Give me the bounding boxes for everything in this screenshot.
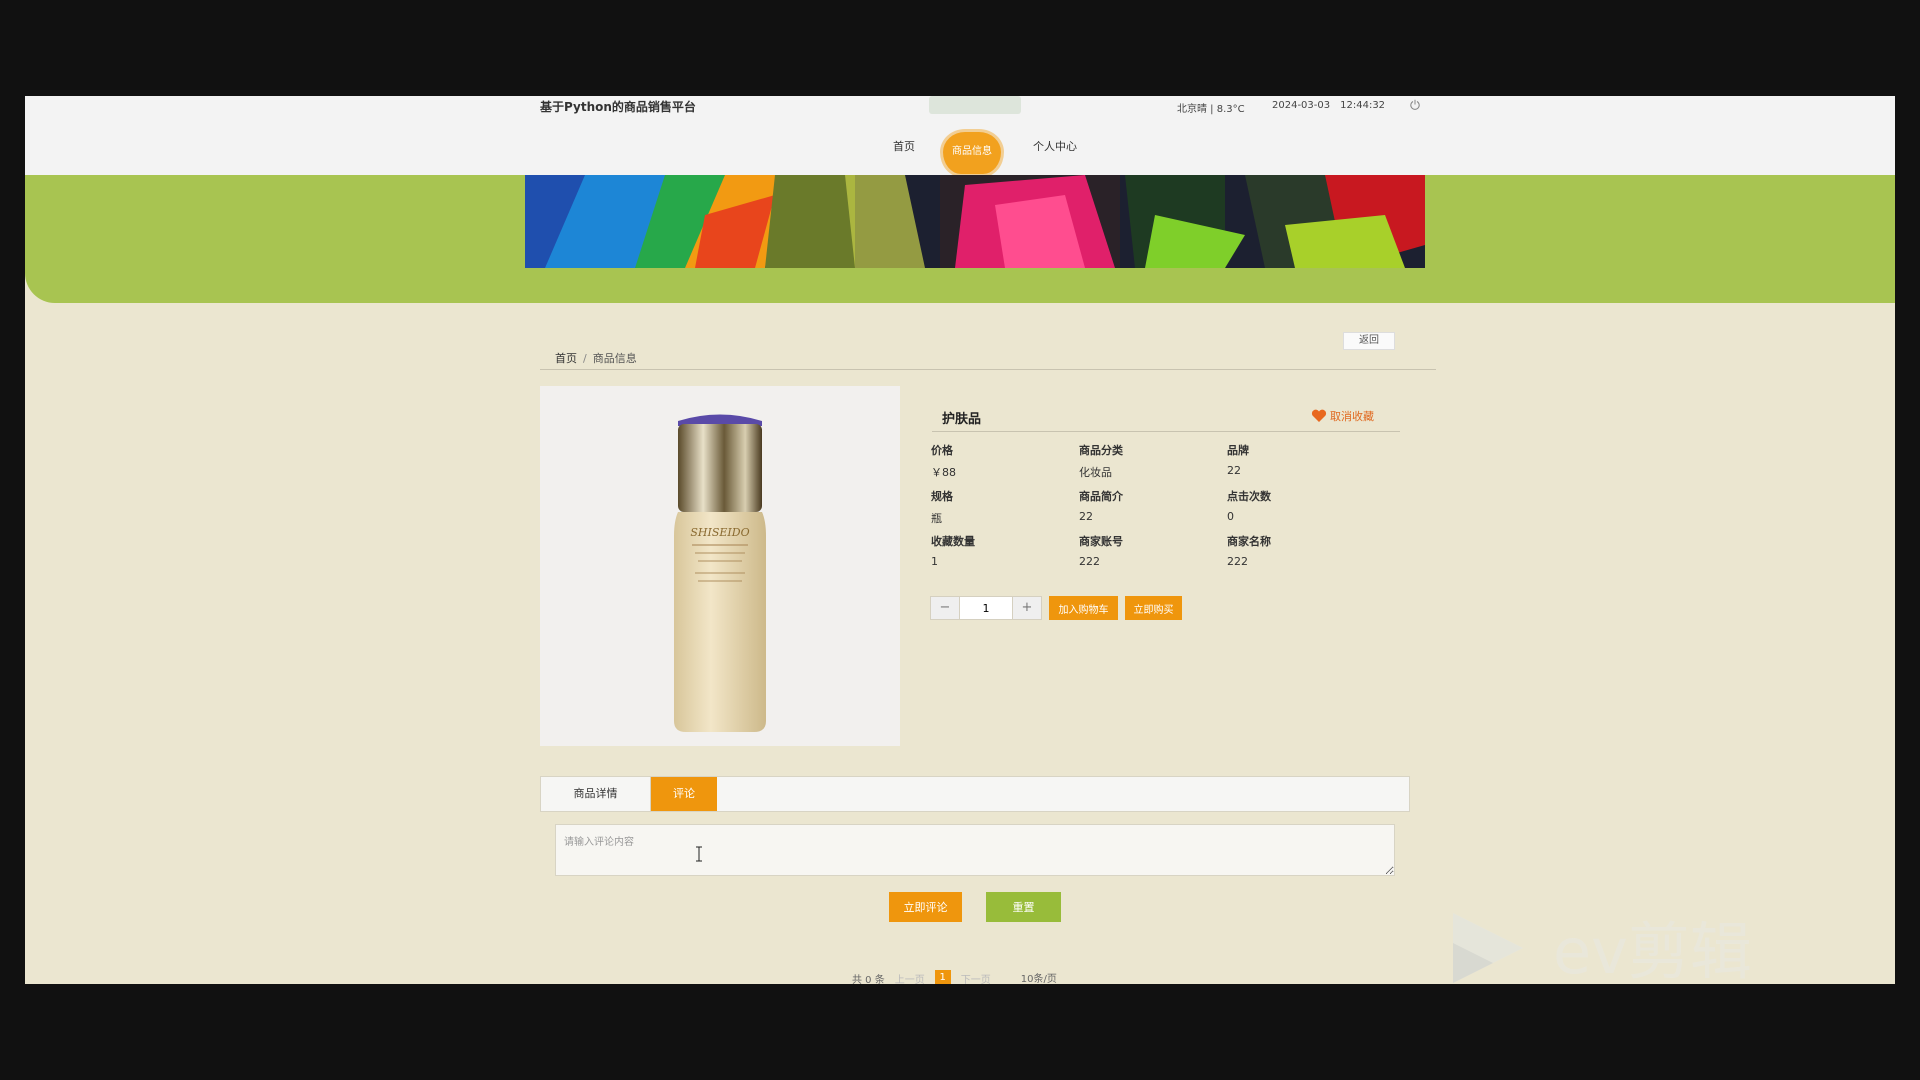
faded-notification-badge xyxy=(929,96,1021,114)
breadcrumb-separator: / xyxy=(583,352,587,365)
pagination: 共 0 条 上一页 1 下一页 10条/页 xyxy=(852,970,1093,984)
brand-label: 品牌 xyxy=(1227,444,1249,457)
power-icon[interactable] xyxy=(1409,99,1421,111)
date-text: 2024-03-03 xyxy=(1272,100,1331,111)
quantity-input[interactable] xyxy=(959,597,1013,619)
product-image: SHISEIDO xyxy=(540,386,900,746)
merchant-name-label: 商家名称 xyxy=(1227,535,1271,548)
product-name: 护肤品 xyxy=(942,412,982,427)
unfavorite-label: 取消收藏 xyxy=(1330,410,1374,423)
text-cursor-icon xyxy=(696,846,702,862)
fav-count-value: 1 xyxy=(931,555,938,568)
nav-item-product-info[interactable]: 商品信息 xyxy=(943,132,1001,174)
spec-value: 瓶 xyxy=(931,512,942,525)
nav-item-personal-center[interactable]: 个人中心 xyxy=(1033,138,1077,154)
reset-button[interactable]: 重置 xyxy=(986,892,1061,922)
pagination-current-page[interactable]: 1 xyxy=(934,970,951,984)
clicks-label: 点击次数 xyxy=(1227,490,1271,503)
clicks-value: 0 xyxy=(1227,510,1234,523)
add-to-cart-button[interactable]: 加入购物车 xyxy=(1049,596,1118,620)
tab-comment[interactable]: 评论 xyxy=(651,777,717,811)
ev-watermark: ev剪辑 xyxy=(1453,903,1833,993)
spec-label: 规格 xyxy=(931,490,953,503)
intro-label: 商品简介 xyxy=(1079,490,1123,503)
breadcrumb: 首页 / 商品信息 xyxy=(555,350,637,366)
product-image-brand: SHISEIDO xyxy=(690,526,749,539)
category-value: 化妆品 xyxy=(1079,466,1112,479)
fav-count-label: 收藏数量 xyxy=(931,535,975,548)
buy-now-button[interactable]: 立即购买 xyxy=(1125,596,1182,620)
merchant-account-value: 222 xyxy=(1079,555,1100,568)
breadcrumb-home[interactable]: 首页 xyxy=(555,352,577,365)
breadcrumb-current: 商品信息 xyxy=(592,352,637,365)
comment-input[interactable] xyxy=(555,824,1395,876)
weather-info: 北京晴 | 8.3°C xyxy=(1177,104,1245,115)
main-nav: 首页 商品信息 个人中心 xyxy=(25,132,1895,174)
page-size-select[interactable]: 10条/页 xyxy=(1001,970,1093,984)
banner-image xyxy=(525,175,1425,268)
unfavorite-button[interactable]: 取消收藏 xyxy=(1311,408,1374,424)
pagination-total: 共 0 条 xyxy=(852,974,885,985)
datetime: 2024-03-03 12:44:32 xyxy=(1272,100,1395,111)
browser-viewport: 基于Python的商品销售平台 北京晴 | 8.3°C 2024-03-03 12… xyxy=(25,96,1895,984)
site-title: 基于Python的商品销售平台 xyxy=(540,100,696,114)
merchant-name-value: 222 xyxy=(1227,555,1248,568)
product-name-divider xyxy=(932,431,1400,432)
product-tabs: 商品详情 评论 xyxy=(540,776,1410,812)
intro-value: 22 xyxy=(1079,510,1093,523)
price-label: 价格 xyxy=(931,444,953,457)
decrement-button[interactable]: − xyxy=(931,597,959,619)
quantity-stepper: − + xyxy=(930,596,1042,620)
pagination-prev[interactable]: 上一页 xyxy=(895,971,925,985)
pagination-next[interactable]: 下一页 xyxy=(961,971,991,985)
nav-item-home[interactable]: 首页 xyxy=(893,138,915,154)
time-text: 12:44:32 xyxy=(1340,100,1386,111)
watermark-text: ev剪辑 xyxy=(1553,915,1752,988)
increment-button[interactable]: + xyxy=(1013,597,1041,619)
top-header: 基于Python的商品销售平台 北京晴 | 8.3°C 2024-03-03 12… xyxy=(25,96,1895,175)
tab-product-detail[interactable]: 商品详情 xyxy=(541,777,651,811)
heart-icon xyxy=(1311,409,1327,422)
brand-value: 22 xyxy=(1227,464,1241,477)
price-value: ￥88 xyxy=(931,466,956,479)
merchant-account-label: 商家账号 xyxy=(1079,535,1123,548)
breadcrumb-divider xyxy=(540,369,1436,370)
category-label: 商品分类 xyxy=(1079,444,1123,457)
back-button[interactable]: 返回 xyxy=(1343,332,1395,350)
submit-comment-button[interactable]: 立即评论 xyxy=(889,892,962,922)
